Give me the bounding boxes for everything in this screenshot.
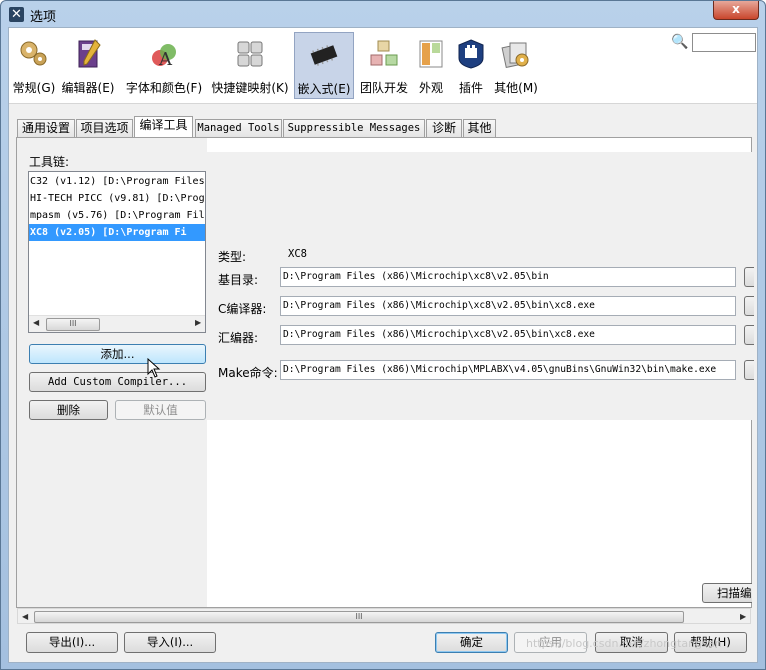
category-label: 常规(G) — [12, 81, 56, 95]
category-embedded[interactable]: 嵌入式(E) — [294, 32, 354, 99]
category-keymap[interactable]: 快捷键映射(K) — [209, 32, 291, 99]
category-editor[interactable]: 编辑器(E) — [59, 32, 117, 99]
scan-compilers-button[interactable]: 扫描编译 — [702, 583, 752, 603]
close-button[interactable]: x — [713, 1, 759, 20]
list-item-selected[interactable]: XC8 (v2.05) [D:\Program Fi — [29, 224, 205, 241]
tab-managed-tools[interactable]: Managed Tools — [195, 119, 282, 137]
assembler-browse-button[interactable] — [744, 325, 754, 345]
window-title: 选项 — [30, 10, 57, 25]
category-general[interactable]: 常规(G) — [10, 32, 58, 99]
scroll-right-icon[interactable]: ▶ — [195, 318, 201, 327]
team-cubes-icon — [370, 40, 398, 66]
ok-button[interactable]: 确定 — [435, 632, 508, 653]
assembler-label: 汇编器: — [218, 331, 259, 345]
misc-icon — [501, 42, 529, 69]
options-window: ✕ 选项 x 常规(G) 编辑器(E) A 字体和颜色(F) 快捷键映射(K) — [0, 0, 766, 670]
default-button[interactable]: 默认值 — [115, 400, 206, 420]
base-dir-field[interactable]: D:\Program Files (x86)\Microchip\xc8\v2.… — [280, 267, 736, 287]
category-label: 快捷键映射(K) — [211, 81, 289, 95]
import-button[interactable]: 导入(I)... — [124, 632, 216, 653]
add-button[interactable]: 添加... — [29, 344, 206, 364]
watermark: https://blog.csdn.net/zhongtangsan — [526, 637, 722, 650]
svg-text:A: A — [158, 49, 173, 70]
export-button[interactable]: 导出(I)... — [26, 632, 118, 653]
category-misc[interactable]: 其他(M) — [493, 32, 539, 99]
category-fonts-colors[interactable]: A 字体和颜色(F) — [123, 32, 205, 99]
type-value: XC8 — [288, 248, 307, 260]
c-compiler-field[interactable]: D:\Program Files (x86)\Microchip\xc8\v2.… — [280, 296, 736, 316]
search-icon: 🔍 — [671, 34, 689, 50]
keyboard-icon — [237, 41, 263, 67]
list-item[interactable]: mpasm (v5.76) [D:\Program File — [29, 207, 205, 224]
category-label: 编辑器(E) — [61, 81, 115, 95]
c-compiler-label: C编译器: — [218, 302, 267, 316]
category-label: 字体和颜色(F) — [125, 81, 203, 95]
title-bar[interactable]: ✕ 选项 x — [1, 1, 765, 27]
scroll-thumb[interactable]: III — [46, 318, 100, 331]
category-label: 嵌入式(E) — [297, 82, 351, 96]
category-team[interactable]: 团队开发 — [357, 32, 411, 99]
build-tools-panel: 工具链: C32 (v1.12) [D:\Program Files HI-TE… — [16, 137, 754, 608]
toolchain-label: 工具链: — [29, 155, 70, 169]
editor-book-icon — [78, 39, 101, 68]
tab-project-options[interactable]: 项目选项 — [76, 119, 133, 137]
category-appearance[interactable]: 外观 — [413, 32, 449, 99]
toolchain-list[interactable]: C32 (v1.12) [D:\Program Files HI-TECH PI… — [28, 171, 206, 333]
list-item[interactable]: HI-TECH PICC (v9.81) [D:\Progr — [29, 190, 205, 207]
chip-icon — [310, 45, 338, 66]
panel-horizontal-scrollbar[interactable]: ◀ III ▶ — [17, 608, 751, 624]
plugin-icon — [458, 39, 484, 69]
c-compiler-browse-button[interactable] — [744, 296, 754, 316]
netbeans-icon: ✕ — [9, 7, 24, 22]
category-label: 外观 — [418, 81, 443, 95]
delete-button[interactable]: 删除 — [29, 400, 108, 420]
scroll-thumb[interactable]: III — [34, 611, 684, 623]
assembler-field[interactable]: D:\Program Files (x86)\Microchip\xc8\v2.… — [280, 325, 736, 345]
scroll-right-icon[interactable]: ▶ — [740, 612, 746, 621]
appearance-icon — [419, 40, 443, 68]
tab-suppressible-messages[interactable]: Suppressible Messages — [283, 119, 425, 137]
mouse-pointer-icon — [147, 358, 161, 378]
type-label: 类型: — [218, 250, 247, 264]
list-horizontal-scrollbar[interactable]: ◀ III ▶ — [29, 315, 205, 332]
scroll-left-icon[interactable]: ◀ — [22, 612, 28, 621]
tab-other[interactable]: 其他 — [463, 119, 496, 137]
make-command-browse-button[interactable] — [744, 360, 754, 380]
category-label: 插件 — [458, 81, 483, 95]
tab-build-tools[interactable]: 编译工具 — [134, 116, 193, 138]
search-input[interactable] — [692, 33, 756, 52]
base-dir-browse-button[interactable] — [744, 267, 754, 287]
category-bar: 常规(G) 编辑器(E) A 字体和颜色(F) 快捷键映射(K) 嵌入式(E) … — [9, 28, 757, 104]
scroll-left-icon[interactable]: ◀ — [33, 318, 39, 327]
tab-diagnostics[interactable]: 诊断 — [426, 119, 462, 137]
category-plugins[interactable]: 插件 — [452, 32, 490, 99]
category-label: 团队开发 — [359, 81, 408, 95]
category-label: 其他(M) — [494, 81, 538, 95]
gears-icon — [20, 41, 47, 66]
base-dir-label: 基目录: — [218, 273, 259, 287]
options-client: 常规(G) 编辑器(E) A 字体和颜色(F) 快捷键映射(K) 嵌入式(E) … — [8, 27, 758, 663]
add-custom-compiler-button[interactable]: Add Custom Compiler... — [29, 372, 206, 392]
list-item[interactable]: C32 (v1.12) [D:\Program Files — [29, 173, 205, 190]
make-command-label: Make命令: — [218, 366, 278, 380]
make-command-field[interactable]: D:\Program Files (x86)\Microchip\MPLABX\… — [280, 360, 736, 380]
tab-general-settings[interactable]: 通用设置 — [17, 119, 75, 137]
font-color-icon: A — [152, 44, 176, 70]
